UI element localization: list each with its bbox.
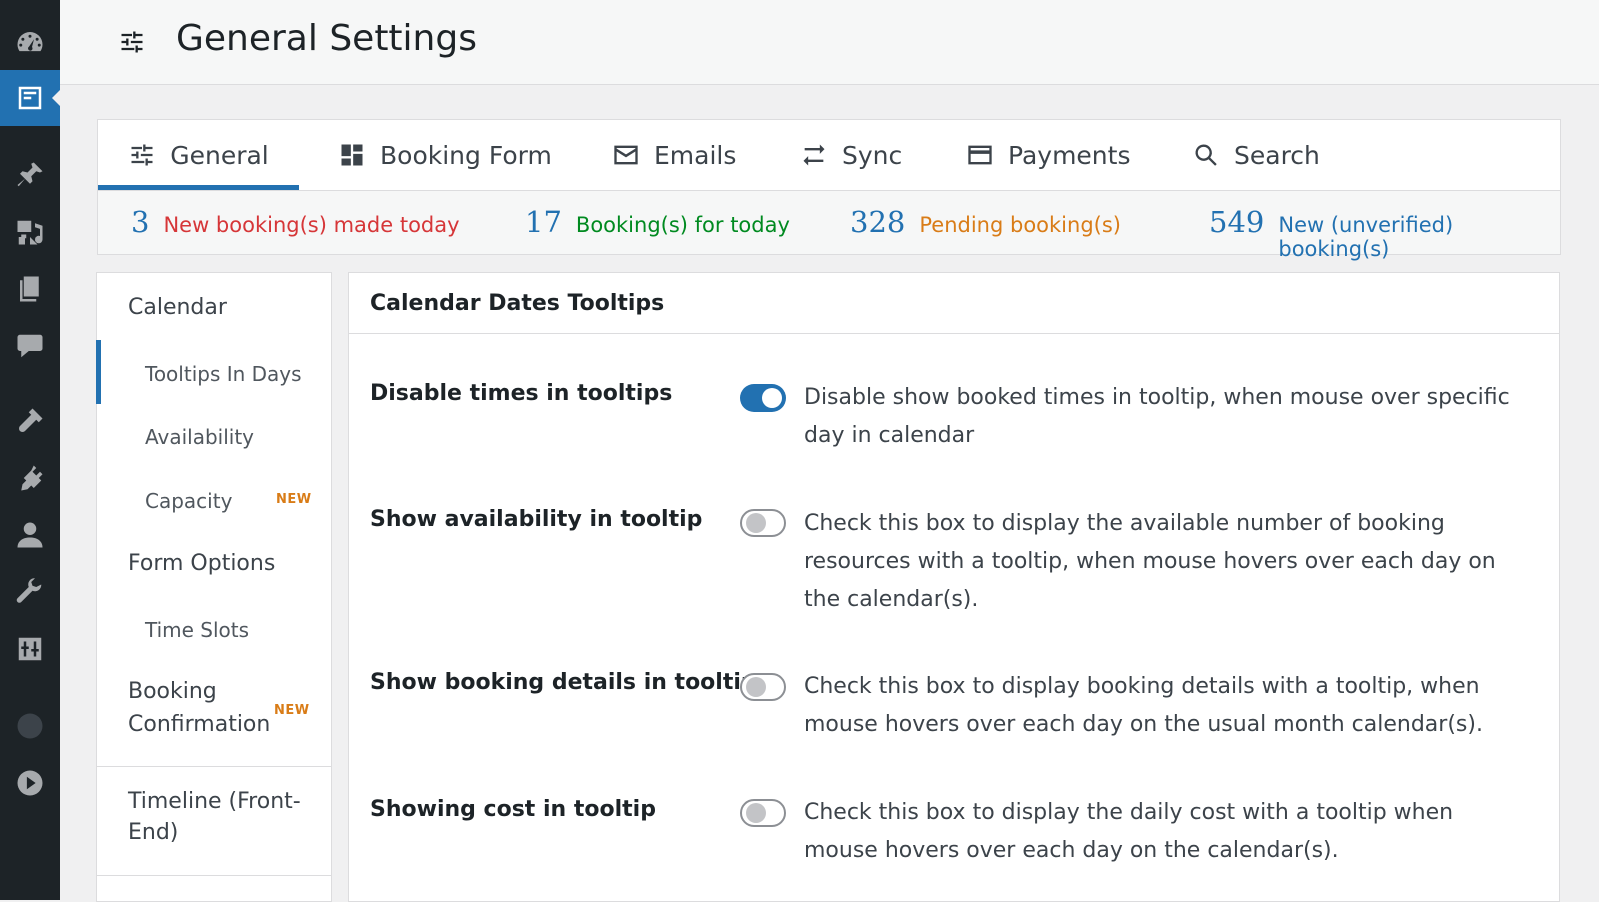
admin-sidebar	[0, 0, 60, 900]
disable-times-toggle[interactable]	[740, 384, 786, 412]
panel-title: Calendar Dates Tooltips	[370, 291, 665, 316]
setting-label: Show availability in tooltip	[370, 507, 703, 532]
stat-count: 549	[1209, 205, 1265, 239]
settings-sidenav: Calendar Tooltips In Days Availability C…	[96, 272, 332, 902]
pin-icon[interactable]	[0, 147, 60, 203]
tab-search[interactable]: Search	[1192, 120, 1320, 190]
stat-count: 3	[131, 205, 150, 239]
appearance-icon[interactable]	[0, 393, 60, 449]
settings-icon[interactable]	[0, 621, 60, 677]
tab-label: Sync	[842, 140, 903, 170]
nav-active-indicator	[96, 340, 101, 404]
page-header: General Settings	[60, 0, 1599, 85]
nav-item-availability[interactable]: Availability	[145, 425, 254, 449]
stat-label: New (unverified) booking(s)	[1278, 213, 1454, 261]
setting-label: Disable times in tooltips	[370, 381, 673, 406]
users-icon[interactable]	[0, 507, 60, 563]
stat-count: 328	[850, 205, 906, 239]
page-title: General Settings	[176, 18, 477, 59]
stat-label: Pending booking(s)	[919, 213, 1121, 237]
nav-section-calendar[interactable]: Calendar	[128, 295, 227, 320]
new-badge: NEW	[274, 703, 310, 718]
search-icon	[1195, 144, 1217, 166]
plugins-icon[interactable]	[0, 450, 60, 506]
sliders-icon	[121, 31, 143, 53]
new-badge: NEW	[276, 492, 312, 507]
tab-booking-form[interactable]: Booking Form	[338, 120, 552, 190]
play-icon[interactable]	[0, 755, 60, 811]
stat-pending[interactable]: 328 Pending booking(s)	[850, 205, 1121, 239]
tab-sync[interactable]: Sync	[800, 120, 902, 190]
booking-calendar-icon[interactable]	[0, 70, 60, 126]
credit-card-icon	[968, 145, 992, 165]
nav-label-line: Booking	[128, 679, 217, 704]
nav-divider	[97, 766, 331, 767]
settings-tabs: General Booking Form Emails Sync Payment…	[97, 119, 1561, 191]
toggle-knob	[746, 513, 766, 533]
nav-label-line: End)	[128, 820, 179, 845]
globe-icon[interactable]	[0, 698, 60, 754]
nav-item-capacity[interactable]: Capacity	[145, 489, 232, 513]
booking-stats-bar: 3 New booking(s) made today 17 Booking(s…	[97, 191, 1561, 261]
show-availability-toggle[interactable]	[740, 509, 786, 537]
panel-header: Calendar Dates Tooltips	[349, 273, 1559, 334]
toggle-knob	[762, 388, 782, 408]
setting-description: Check this box to display booking detail…	[804, 674, 1483, 737]
nav-label-line: Confirmation	[128, 712, 271, 737]
toggle-knob	[746, 803, 766, 823]
sync-arrows-icon	[803, 144, 825, 166]
nav-section-form-options[interactable]: Form Options	[128, 551, 275, 576]
show-booking-details-toggle[interactable]	[740, 673, 786, 701]
settings-panel: Calendar Dates Tooltips Disable times in…	[348, 272, 1560, 902]
tab-label: General	[170, 140, 269, 170]
stat-count: 17	[525, 205, 562, 239]
sliders-icon	[131, 144, 153, 166]
setting-label: Show booking details in tooltip	[370, 670, 757, 695]
setting-description: Check this box to display the daily cost…	[804, 800, 1454, 863]
tab-emails[interactable]: Emails	[612, 120, 736, 190]
nav-item-tooltips-in-days[interactable]: Tooltips In Days	[145, 362, 302, 386]
tab-general[interactable]: General	[98, 120, 299, 190]
stat-unverified[interactable]: 549 New (unverified) booking(s)	[1209, 205, 1560, 261]
showing-cost-toggle[interactable]	[740, 799, 786, 827]
stat-label: New booking(s) made today	[163, 213, 460, 237]
nav-section-booking-confirmation[interactable]: Booking Confirmation	[128, 679, 270, 737]
setting-label: Showing cost in tooltip	[370, 797, 656, 822]
stat-label: Booking(s) for today	[575, 213, 790, 237]
dashboard-grid-icon	[341, 144, 363, 166]
setting-description: Disable show booked times in tooltip, wh…	[804, 385, 1510, 448]
tools-icon[interactable]	[0, 564, 60, 620]
mail-icon	[614, 145, 638, 165]
dashboard-icon[interactable]	[0, 14, 60, 70]
stat-new-today[interactable]: 3 New booking(s) made today	[131, 205, 460, 239]
toggle-knob	[746, 677, 766, 697]
pages-icon[interactable]	[0, 261, 60, 317]
stat-for-today[interactable]: 17 Booking(s) for today	[525, 205, 790, 239]
comments-icon[interactable]	[0, 318, 60, 374]
nav-section-timeline[interactable]: Timeline (Front- End)	[128, 789, 301, 845]
nav-divider	[97, 875, 331, 876]
tab-payments[interactable]: Payments	[966, 120, 1130, 190]
tab-label: Payments	[1008, 140, 1131, 170]
tab-label: Search	[1234, 140, 1320, 170]
media-icon[interactable]	[0, 204, 60, 260]
nav-label-line: Timeline (Front-	[128, 789, 301, 814]
setting-description: Check this box to display the available …	[804, 511, 1496, 612]
tab-label: Booking Form	[380, 140, 552, 170]
nav-item-time-slots[interactable]: Time Slots	[145, 618, 249, 642]
tab-label: Emails	[654, 140, 737, 170]
